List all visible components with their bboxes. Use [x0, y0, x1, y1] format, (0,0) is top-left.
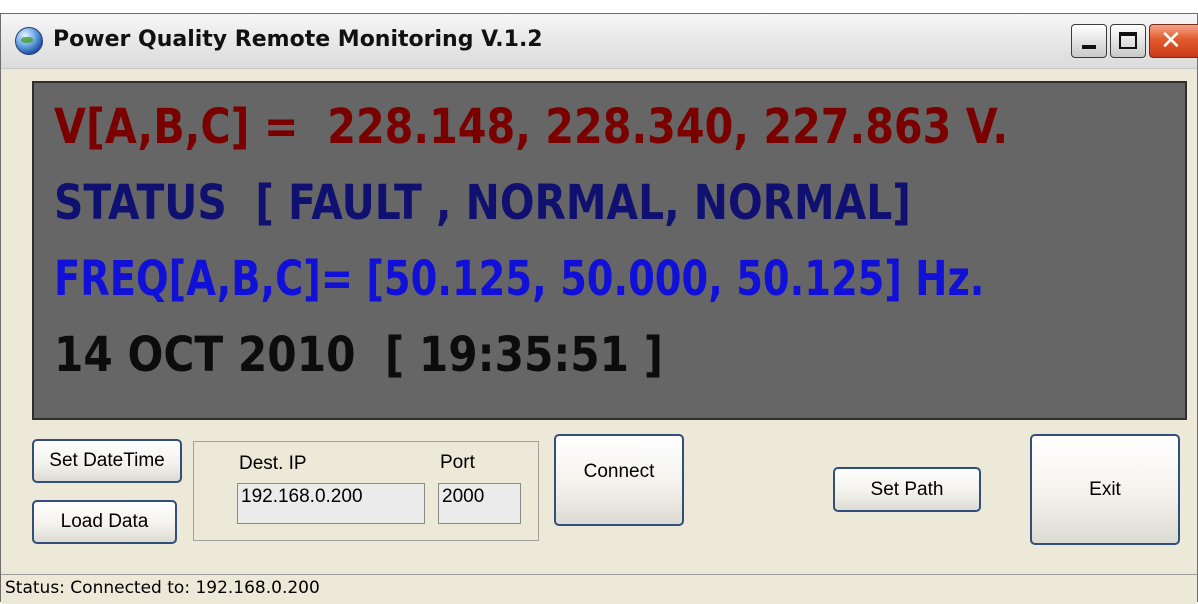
close-icon: ✕	[1160, 26, 1182, 56]
datetime-readout: 14 OCT 2010 [ 19:35:51 ]	[54, 327, 664, 383]
readout-display: V[A,B,C] = 228.148, 228.340, 227.863 V. …	[32, 81, 1187, 420]
dest-ip-label: Dest. IP	[239, 453, 307, 474]
status-bar: Status: Connected to: 192.168.0.200	[1, 574, 1197, 604]
title-bar[interactable]: Power Quality Remote Monitoring V.1.2 ✕	[1, 14, 1198, 69]
status-text: Status: Connected to: 192.168.0.200	[5, 578, 320, 598]
connection-group: Dest. IP Port 192.168.0.200 2000	[193, 441, 539, 541]
window-title: Power Quality Remote Monitoring V.1.2	[53, 27, 543, 52]
port-field[interactable]: 2000	[438, 483, 521, 524]
status-readout: STATUS [ FAULT , NORMAL, NORMAL]	[54, 175, 911, 231]
minimize-icon	[1082, 45, 1096, 49]
dest-ip-field[interactable]: 192.168.0.200	[237, 483, 425, 524]
connect-button-label: Connect	[583, 461, 655, 482]
minimize-button[interactable]	[1071, 24, 1107, 58]
load-data-button[interactable]: Load Data	[32, 500, 177, 544]
set-path-button[interactable]: Set Path	[833, 467, 981, 512]
set-datetime-button[interactable]: Set DateTime	[32, 439, 182, 483]
close-button[interactable]: ✕	[1149, 24, 1198, 58]
connect-button[interactable]: Connect	[554, 434, 684, 526]
globe-icon	[15, 27, 43, 55]
voltage-readout: V[A,B,C] = 228.148, 228.340, 227.863 V.	[54, 99, 1009, 155]
exit-button[interactable]: Exit	[1030, 434, 1180, 545]
frequency-readout: FREQ[A,B,C]= [50.125, 50.000, 50.125] Hz…	[54, 251, 985, 307]
port-label: Port	[440, 452, 475, 473]
main-window: Power Quality Remote Monitoring V.1.2 ✕ …	[0, 13, 1198, 604]
maximize-icon	[1119, 32, 1137, 49]
maximize-button[interactable]	[1110, 24, 1146, 58]
